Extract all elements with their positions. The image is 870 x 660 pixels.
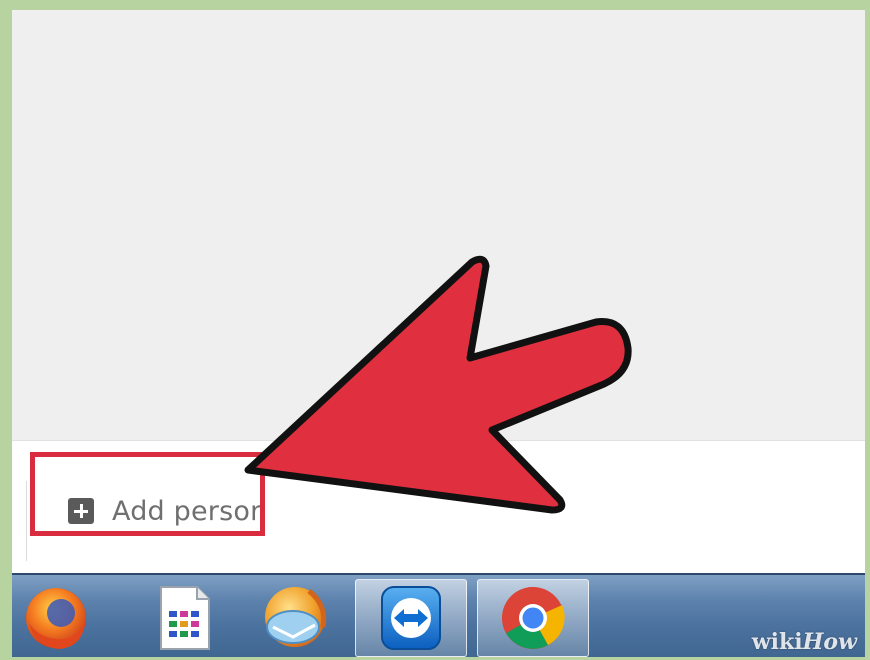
taskbar-file-explorer[interactable] [128,579,240,657]
teamviewer-icon [381,586,441,650]
add-person-label: Add person [112,495,268,527]
people-footer: Add person [12,441,865,573]
app-window: Add person wikiHow [12,10,865,657]
taskbar-firefox[interactable] [12,579,112,657]
file-explorer-icon [160,586,210,650]
wikihow-watermark: wikiHow [751,629,857,655]
add-person-button[interactable]: Add person [54,476,274,546]
taskbar-chrome[interactable] [477,579,589,657]
people-content-area [12,10,865,440]
plus-icon [68,498,94,524]
taskbar: wikiHow [12,573,865,657]
firefox-icon [26,588,86,649]
footer-separator [26,481,27,561]
taskbar-thunderbird[interactable] [240,579,352,657]
taskbar-teamviewer[interactable] [355,579,467,657]
chrome-icon [502,587,565,649]
thunderbird-icon [265,587,327,647]
